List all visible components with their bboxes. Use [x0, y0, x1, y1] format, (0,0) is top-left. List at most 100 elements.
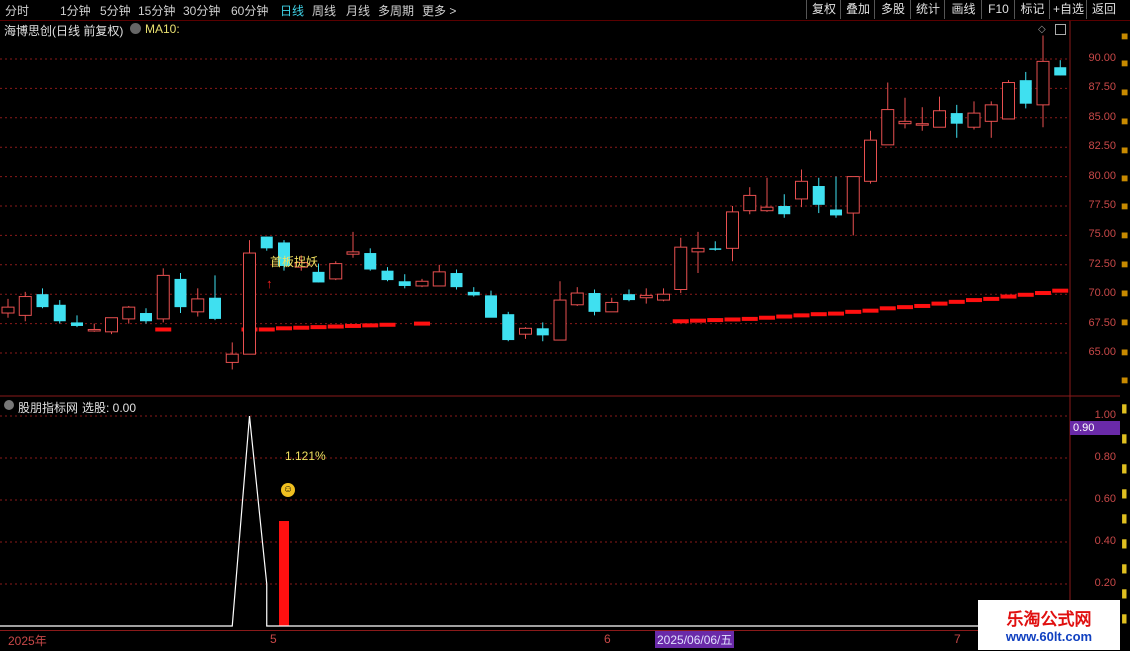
candle[interactable] [105, 317, 118, 335]
candle[interactable] [502, 311, 515, 342]
ma-segment [327, 324, 344, 329]
period-tab-7[interactable]: 周线 [312, 2, 336, 19]
candle[interactable] [432, 264, 446, 287]
candle[interactable] [1054, 60, 1067, 76]
ma-segment [276, 326, 292, 331]
period-tab-4[interactable]: 30分钟 [183, 2, 220, 19]
indicator-value-label: 1.121% [285, 449, 326, 463]
period-tab-9[interactable]: 多周期 [378, 2, 414, 19]
candle[interactable] [53, 300, 66, 324]
candle[interactable] [536, 322, 549, 342]
candle[interactable] [485, 290, 497, 318]
candle[interactable] [812, 177, 825, 214]
toolbar-button-4[interactable]: 画线 [944, 0, 982, 19]
ma-segment [776, 314, 793, 319]
candle[interactable] [18, 291, 32, 322]
candle[interactable] [156, 268, 170, 323]
candle[interactable] [71, 315, 83, 328]
candle[interactable] [450, 269, 463, 290]
candle[interactable] [553, 281, 567, 341]
candle[interactable] [743, 187, 757, 215]
period-tab-8[interactable]: 月线 [346, 2, 370, 19]
right-strip-mark: ■ [1121, 171, 1129, 185]
candle[interactable] [639, 288, 653, 304]
indicator-tick-label: 0.40 [1094, 535, 1116, 547]
candle[interactable] [846, 176, 860, 236]
candle[interactable] [915, 107, 929, 131]
candle-body [984, 104, 998, 122]
right-strip-mark: ■ [1121, 228, 1129, 242]
candle[interactable] [898, 97, 912, 129]
right-strip-mark: ■ [1121, 257, 1129, 271]
toolbar-button-3[interactable]: 统计 [910, 0, 945, 19]
candle[interactable] [191, 288, 205, 317]
candle[interactable] [691, 231, 705, 274]
candle[interactable] [140, 308, 152, 324]
toolbar-button-8[interactable]: 返回 [1086, 0, 1121, 19]
candle[interactable] [243, 240, 256, 355]
toolbar-button-0[interactable]: 复权 [806, 0, 841, 19]
candle[interactable] [657, 288, 670, 302]
candle[interactable] [87, 323, 101, 332]
candle[interactable] [950, 104, 963, 138]
period-tab-3[interactable]: 15分钟 [138, 2, 175, 19]
ma-segment [258, 327, 275, 332]
candle[interactable] [174, 273, 187, 314]
candle[interactable] [795, 169, 808, 208]
price-tick-label: 80.00 [1088, 169, 1116, 182]
period-tab-1[interactable]: 1分钟 [60, 2, 91, 19]
candle[interactable] [967, 101, 981, 130]
candle-body [329, 263, 343, 280]
candle[interactable] [381, 267, 394, 282]
candle[interactable] [881, 82, 895, 146]
candle[interactable] [726, 206, 739, 262]
candle[interactable] [1, 298, 15, 318]
period-tab-10[interactable]: 更多 > [422, 2, 456, 19]
candle[interactable] [1019, 71, 1032, 109]
candle[interactable] [346, 231, 360, 258]
toolbar-button-7[interactable]: +自选 [1049, 0, 1087, 19]
candle-body [364, 253, 377, 270]
candle[interactable] [225, 342, 239, 370]
candle-body [87, 328, 101, 332]
candle[interactable] [398, 274, 411, 289]
candle[interactable] [778, 194, 791, 218]
candle[interactable] [674, 237, 688, 294]
toolbar-button-5[interactable]: F10 [981, 0, 1015, 19]
candle[interactable] [209, 275, 221, 321]
period-tab-0[interactable]: 分时 [5, 2, 29, 19]
candle[interactable] [415, 278, 429, 288]
candle[interactable] [830, 176, 842, 218]
candle[interactable] [709, 241, 722, 251]
candle[interactable] [467, 287, 480, 297]
candle[interactable] [329, 261, 343, 281]
candle[interactable] [864, 130, 877, 184]
candle[interactable] [519, 327, 532, 339]
candle[interactable] [260, 236, 273, 251]
candle[interactable] [122, 305, 136, 324]
price-tick-label: 90.00 [1088, 52, 1116, 64]
candle[interactable] [36, 288, 49, 309]
period-tab-2[interactable]: 5分钟 [100, 2, 131, 19]
candle[interactable] [605, 297, 619, 313]
candle[interactable] [588, 289, 601, 316]
indicator-chart[interactable] [0, 397, 1120, 630]
candlestick-chart[interactable] [0, 21, 1120, 397]
candle[interactable] [933, 96, 946, 128]
buy-arrow-icon: ↑ [266, 276, 273, 291]
toolbar-button-6[interactable]: 标记 [1014, 0, 1050, 19]
toolbar-button-2[interactable]: 多股 [874, 0, 911, 19]
candle-body [1036, 60, 1050, 106]
candle[interactable] [1036, 35, 1050, 128]
candle[interactable] [984, 101, 998, 138]
toolbar-button-1[interactable]: 叠加 [840, 0, 875, 19]
candle[interactable] [623, 289, 635, 302]
candle[interactable] [760, 177, 774, 212]
period-tab-6[interactable]: 日线 [280, 2, 304, 19]
candle[interactable] [364, 248, 377, 271]
candle-body [1054, 67, 1067, 76]
candle[interactable] [570, 287, 584, 306]
period-tab-5[interactable]: 60分钟 [231, 2, 268, 19]
candle[interactable] [1002, 80, 1015, 120]
candle-body [502, 314, 515, 341]
